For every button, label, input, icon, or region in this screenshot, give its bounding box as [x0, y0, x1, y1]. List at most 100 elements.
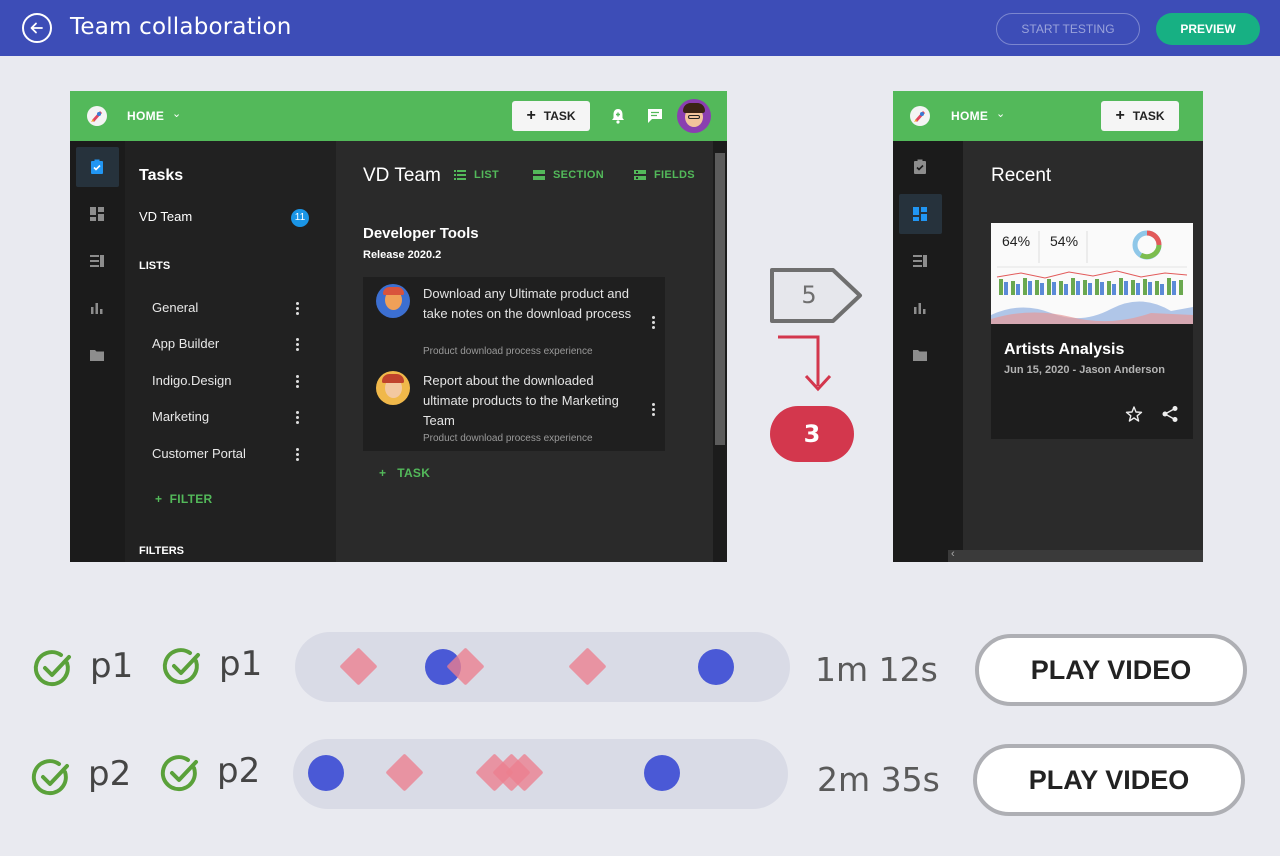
team-count-badge: 11	[291, 209, 309, 227]
group-subtitle: Release 2020.2	[363, 249, 442, 261]
rocket-icon	[87, 106, 107, 126]
bar-chart-icon	[91, 303, 103, 314]
rail-tasks[interactable]	[899, 147, 942, 187]
list-item[interactable]: Customer Portal	[152, 446, 246, 461]
app-bar: HOME ⌄ + TASK	[70, 91, 727, 141]
rail-reports[interactable]	[899, 288, 942, 328]
add-task-link-label: TASK	[397, 466, 431, 480]
filters-heading: FILTERS	[139, 545, 185, 557]
add-task-link[interactable]: + TASK	[379, 466, 430, 480]
start-testing-button[interactable]: START TESTING	[996, 13, 1140, 45]
share-icon[interactable]	[1161, 405, 1179, 423]
rail-list[interactable]	[899, 241, 942, 281]
add-task-button[interactable]: + TASK	[1101, 101, 1179, 131]
more-icon[interactable]	[296, 302, 300, 317]
preview-button[interactable]: PREVIEW	[1156, 13, 1260, 45]
app-bar: HOME ⌄ + TASK	[893, 91, 1203, 141]
folder-icon	[913, 350, 927, 361]
tab-fields[interactable]: FIELDS	[634, 169, 695, 181]
misclick-marker	[568, 647, 607, 686]
add-task-button[interactable]: + TASK	[512, 101, 590, 131]
more-icon[interactable]	[296, 411, 300, 426]
rail-reports[interactable]	[76, 288, 119, 328]
bell-icon[interactable]	[609, 107, 627, 125]
dashboard-icon	[913, 207, 927, 221]
dashboard-meta: Jun 15, 2020 - Jason Anderson	[1004, 364, 1165, 376]
rail-folders[interactable]	[76, 335, 119, 375]
lists-panel: Tasks VD Team 11 LISTS General App Build…	[125, 141, 336, 562]
dashboard-title: Artists Analysis	[1004, 341, 1125, 358]
recent-area: Recent 64% 54% Artists Analysis Jun 15, …	[963, 141, 1203, 550]
play-video-button[interactable]: PLAY VIDEO	[973, 744, 1245, 816]
folder-icon	[90, 350, 104, 361]
participant-label: p1	[90, 646, 134, 686]
rail-dashboard[interactable]	[76, 194, 119, 234]
misclick-marker	[339, 647, 378, 686]
group-title: Developer Tools	[363, 225, 479, 242]
tab-section-label: SECTION	[553, 169, 604, 181]
home-menu[interactable]: HOME	[951, 109, 988, 123]
list-item[interactable]: App Builder	[152, 336, 219, 351]
vertical-scrollbar[interactable]	[713, 141, 727, 562]
section-icon	[533, 170, 545, 180]
screen-tasks: HOME ⌄ + TASK Tasks VD Team 11 LISTS Gen…	[70, 91, 727, 562]
check-circle-icon	[31, 759, 69, 796]
chevron-left-icon[interactable]: ‹	[951, 548, 955, 560]
task-text: Download any Ultimate product and take n…	[423, 286, 632, 321]
home-menu[interactable]: HOME	[127, 109, 164, 123]
task-list: Download any Ultimate product and take n…	[363, 277, 665, 451]
task-subtitle: Product download process experience	[423, 346, 593, 357]
nav-rail	[893, 141, 963, 562]
add-filter-label: FILTER	[169, 492, 213, 506]
more-icon[interactable]	[652, 403, 655, 418]
list-item[interactable]: Marketing	[152, 409, 209, 424]
recent-heading: Recent	[991, 165, 1052, 186]
add-task-label: TASK	[1132, 109, 1165, 123]
list-item[interactable]: Indigo.Design	[152, 373, 232, 388]
task-text: Report about the downloaded ultimate pro…	[423, 373, 619, 428]
star-icon[interactable]	[1125, 405, 1143, 423]
add-task-label: TASK	[543, 109, 576, 123]
content-title: VD Team	[363, 165, 441, 186]
fields-icon	[634, 170, 646, 180]
chart-thumbnail	[991, 230, 1193, 324]
tab-section[interactable]: SECTION	[533, 169, 604, 181]
dashboard-card[interactable]: 64% 54% Artists Analysis Jun 15, 2020 - …	[991, 223, 1193, 439]
team-item[interactable]: VD Team	[139, 209, 192, 224]
chat-icon[interactable]	[646, 107, 664, 125]
step-count: 5	[801, 281, 817, 309]
scroll-thumb[interactable]	[715, 153, 725, 445]
task-item[interactable]: Report about the downloaded ultimate pro…	[363, 367, 665, 451]
rocket-icon	[910, 106, 930, 126]
check-circle-icon	[33, 650, 71, 687]
rail-tasks[interactable]	[76, 147, 119, 187]
chevron-down-icon: ⌄	[172, 108, 182, 120]
screen-recent: HOME ⌄ + TASK Recent 64% 54% Artists Ana…	[893, 91, 1203, 562]
avatar	[376, 284, 410, 318]
duration: 1m 12s	[815, 650, 938, 689]
clipboard-icon	[914, 159, 926, 174]
tab-list-label: LIST	[474, 169, 500, 181]
back-button[interactable]	[22, 13, 52, 43]
play-video-button[interactable]: PLAY VIDEO	[975, 634, 1247, 706]
page-title: Team collaboration	[70, 14, 292, 40]
more-icon[interactable]	[652, 316, 655, 331]
add-filter-button[interactable]: + FILTER	[155, 492, 212, 506]
back-arrow-icon	[30, 22, 43, 34]
tab-list[interactable]: LIST	[454, 169, 499, 181]
rail-folders[interactable]	[899, 335, 942, 375]
horizontal-scrollbar[interactable]: ‹	[948, 548, 1203, 562]
top-bar: Team collaboration START TESTING PREVIEW	[0, 0, 1280, 56]
more-icon[interactable]	[296, 448, 300, 463]
click-timeline	[295, 632, 790, 702]
more-icon[interactable]	[296, 375, 300, 390]
clipboard-icon	[91, 159, 103, 174]
avatar[interactable]	[677, 99, 711, 133]
chevron-down-icon: ⌄	[996, 108, 1006, 120]
task-item[interactable]: Download any Ultimate product and take n…	[363, 277, 665, 365]
rail-dashboard[interactable]	[899, 194, 942, 234]
rail-list[interactable]	[76, 241, 119, 281]
more-icon[interactable]	[296, 338, 300, 353]
tab-fields-label: FIELDS	[654, 169, 695, 181]
list-item[interactable]: General	[152, 300, 198, 315]
